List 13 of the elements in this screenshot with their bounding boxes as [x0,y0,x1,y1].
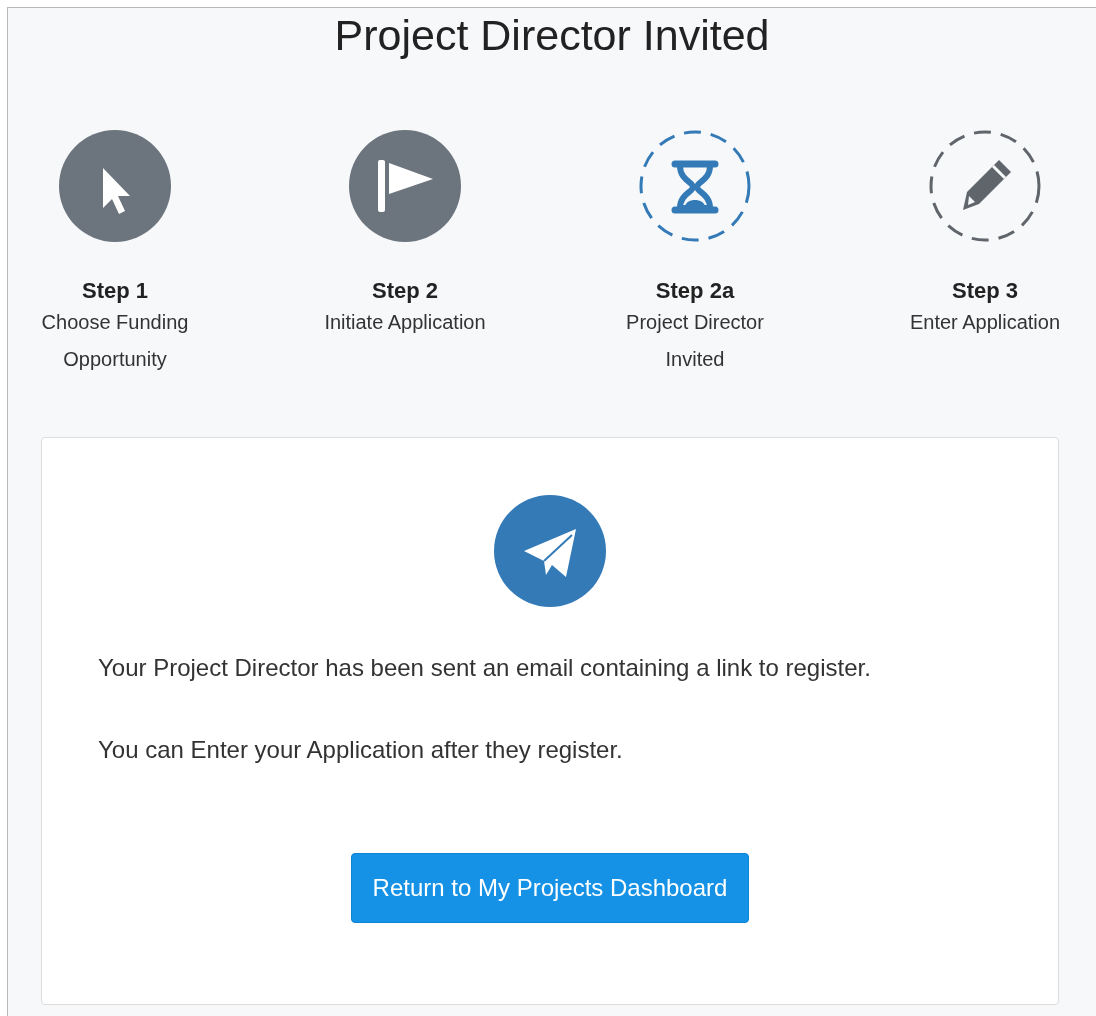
step-description: Enter Application [909,310,1061,335]
step-label: Step 1 [82,278,148,304]
step-description: Initiate Application [324,310,486,335]
step-label: Step 3 [952,278,1018,304]
step-description: Project Director Invited [625,310,765,372]
message-text: You can Enter your Application after they register. [98,735,623,765]
return-dashboard-button[interactable]: Return to My Projects Dashboard [350,853,750,923]
step-description: Choose Funding Opportunity [40,310,190,372]
page-title: Project Director Invited [333,10,771,60]
step-label: Step 2a [655,278,735,304]
paper-plane-icon [494,495,606,607]
message-text: Your Project Director has been sent an email containing a link to register. [98,653,871,683]
step-label: Step 2 [372,278,438,304]
